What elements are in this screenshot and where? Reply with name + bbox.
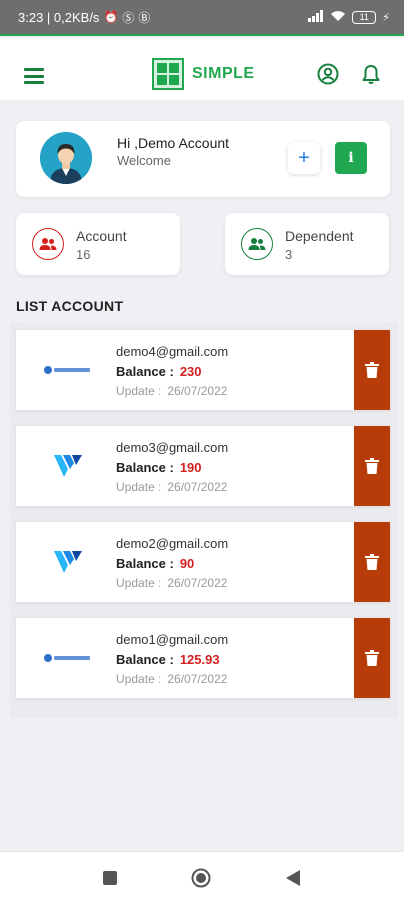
update-date: 26/07/2022 [167,384,228,398]
account-update: Update : 26/07/2022 [116,480,227,494]
welcome-text: Welcome [117,153,171,168]
account-row[interactable]: demo1@gmail.com Balance : 125.93 Update :… [16,618,390,698]
update-label: Update : [116,672,162,686]
trash-icon [365,650,379,666]
alarm-icon: ⏰ [103,10,119,24]
vultr-logo [40,544,96,580]
vultr-logo [40,448,96,484]
status-time-info: 3:23 | 0,2KB/s [18,9,100,25]
account-email: demo2@gmail.com [116,536,229,551]
hamburger-menu-icon[interactable] [24,68,44,84]
account-row[interactable]: demo4@gmail.com Balance : 230 Update : 26/… [16,330,390,410]
account-email: demo3@gmail.com [116,440,229,455]
dependent-users-icon [241,228,273,260]
greeting-text: Hi ,Demo Account [117,135,230,151]
list-account-heading: LIST ACCOUNT [16,298,124,314]
account-balance: Balance : 230 [116,364,202,379]
account-stat-card[interactable]: Account 16 [16,213,180,275]
account-balance: Balance : 190 [116,460,202,475]
account-email: demo1@gmail.com [116,632,229,647]
update-label: Update : [116,384,162,398]
account-update: Update : 26/07/2022 [116,672,227,686]
charging-icon: ⚡ [382,11,390,24]
profile-card: Hi ,Demo Account Welcome + i [16,121,390,197]
wifi-icon [330,10,346,25]
balance-value: 230 [179,364,202,379]
square-icon[interactable] [100,868,120,888]
trash-icon [365,554,379,570]
account-balance: Balance : 125.93 [116,652,220,667]
balance-value: 190 [179,460,202,475]
vpsserver-logo [40,352,96,388]
add-account-button[interactable]: + [288,142,320,174]
delete-button[interactable] [354,618,390,698]
app-title: SIMPLE [192,65,255,82]
dependent-stat-label: Dependent [285,228,354,244]
app-bar: SIMPLE [0,38,404,100]
users-icon [32,228,64,260]
system-nav-bar [0,851,404,900]
update-date: 26/07/2022 [167,672,228,686]
balance-label: Balance : [116,652,174,667]
account-update: Update : 26/07/2022 [116,576,227,590]
dependent-stat-value: 3 [285,247,293,262]
avatar [40,132,92,184]
balance-label: Balance : [116,364,174,379]
account-balance: Balance : 90 [116,556,194,571]
app-brand: SIMPLE [152,58,255,90]
battery-indicator: 11 [352,10,377,24]
balance-label: Balance : [116,460,174,475]
delete-button[interactable] [354,426,390,506]
app-logo [152,58,184,90]
status-bar: 3:23 | 0,2KB/s ⏰ Ⓢ Ⓑ 11 ⚡ [0,0,404,36]
account-email: demo4@gmail.com [116,344,229,359]
account-row[interactable]: demo2@gmail.com Balance : 90 Update : 26/0… [16,522,390,602]
info-button[interactable]: i [335,142,367,174]
update-label: Update : [116,576,162,590]
delete-button[interactable] [354,522,390,602]
app-notification-icon-2: Ⓑ [138,10,151,25]
account-update: Update : 26/07/2022 [116,384,227,398]
dependent-stat-card[interactable]: Dependent 3 [225,213,389,275]
account-stat-value: 16 [76,247,91,262]
balance-value: 125.93 [179,652,220,667]
trash-icon [365,362,379,378]
vpsserver-logo [40,640,96,676]
plus-icon: + [298,146,310,169]
update-date: 26/07/2022 [167,480,228,494]
account-row[interactable]: demo3@gmail.com Balance : 190 Update : 26/… [16,426,390,506]
bell-icon[interactable] [359,62,383,86]
app-notification-icon: Ⓢ [122,10,135,25]
delete-button[interactable] [354,330,390,410]
balance-label: Balance : [116,556,174,571]
signal-icon [308,9,324,25]
account-stat-label: Account [76,228,127,244]
trash-icon [365,458,379,474]
battery-level: 11 [359,12,369,22]
circle-icon[interactable] [191,868,211,888]
update-date: 26/07/2022 [167,576,228,590]
balance-value: 90 [179,556,195,571]
info-icon: i [348,150,354,166]
user-circle-icon[interactable] [316,62,340,86]
triangle-back-icon[interactable] [283,868,303,888]
update-label: Update : [116,480,162,494]
